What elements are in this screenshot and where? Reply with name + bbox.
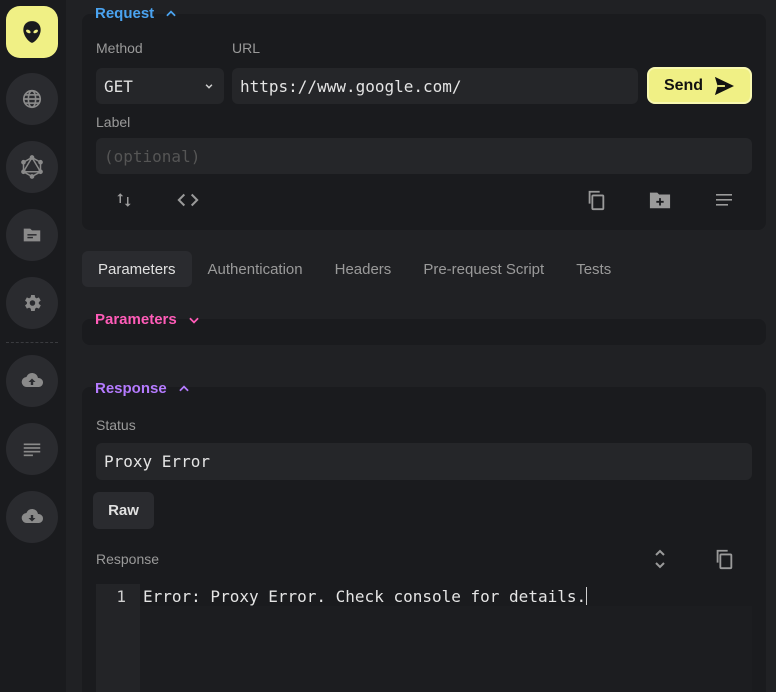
label-field-label: Label bbox=[96, 114, 131, 130]
response-body-text: Error: Proxy Error. Check console for de… bbox=[143, 587, 587, 606]
cloud-download-icon bbox=[21, 508, 44, 524]
url-input[interactable]: https://www.google.com/ bbox=[232, 68, 638, 104]
expand-response-button[interactable] bbox=[644, 543, 676, 575]
chevron-down-icon bbox=[205, 84, 213, 89]
copy-icon bbox=[588, 190, 605, 211]
url-value: https://www.google.com/ bbox=[240, 76, 462, 96]
status-value: Proxy Error bbox=[104, 452, 210, 471]
send-button[interactable]: Send bbox=[647, 67, 752, 104]
status-label: Status bbox=[96, 417, 136, 433]
label-input[interactable]: (optional) bbox=[96, 138, 752, 174]
unfold-icon bbox=[655, 549, 665, 569]
send-icon bbox=[714, 76, 735, 95]
folder-add-icon bbox=[649, 192, 671, 209]
save-to-collection-button[interactable] bbox=[644, 184, 676, 216]
line-number: 1 bbox=[116, 587, 126, 606]
cloud-upload-icon bbox=[21, 372, 44, 388]
sidebar-item-upload[interactable] bbox=[6, 355, 58, 407]
copy-response-button[interactable] bbox=[708, 543, 740, 575]
method-select[interactable]: GET bbox=[96, 68, 224, 104]
copy-icon bbox=[716, 549, 733, 570]
parameters-section-header[interactable]: Parameters bbox=[95, 311, 201, 328]
send-label: Send bbox=[663, 76, 704, 94]
code-line: Error: Proxy Error. Check console for de… bbox=[143, 587, 588, 606]
sidebar bbox=[0, 0, 66, 692]
sidebar-item-settings[interactable] bbox=[6, 277, 58, 329]
graphql-icon bbox=[21, 155, 43, 179]
request-section-header[interactable]: Request bbox=[95, 5, 178, 22]
chevron-down-icon bbox=[189, 317, 199, 324]
copy-link-button[interactable] bbox=[580, 184, 612, 216]
chevron-up-icon bbox=[166, 9, 176, 16]
tab-parameters[interactable]: Parameters bbox=[82, 251, 192, 287]
request-title: Request bbox=[95, 5, 155, 22]
folder-icon bbox=[23, 228, 41, 242]
parameters-title: Parameters bbox=[95, 311, 177, 328]
alien-logo-icon bbox=[23, 21, 41, 43]
label-placeholder: (optional) bbox=[104, 146, 201, 166]
method-value: GET bbox=[104, 76, 133, 96]
response-title: Response bbox=[95, 380, 167, 397]
tab-authentication[interactable]: Authentication bbox=[192, 251, 319, 287]
list-icon bbox=[23, 443, 41, 457]
sidebar-item-history[interactable] bbox=[6, 423, 58, 475]
line-gutter: 1 bbox=[96, 584, 140, 692]
swap-button[interactable] bbox=[108, 184, 140, 216]
response-body-label: Response bbox=[96, 551, 160, 567]
status-field: Proxy Error bbox=[96, 443, 752, 480]
globe-icon bbox=[22, 89, 42, 109]
app-logo-button[interactable] bbox=[6, 6, 58, 58]
method-label: Method bbox=[96, 40, 143, 56]
text-cursor bbox=[586, 587, 588, 605]
tab-pre-request-script[interactable]: Pre-request Script bbox=[407, 251, 560, 287]
gear-icon bbox=[25, 295, 41, 311]
sidebar-divider bbox=[6, 342, 58, 343]
sidebar-item-graphql[interactable] bbox=[6, 141, 58, 193]
chevron-up-icon bbox=[179, 384, 189, 391]
tab-tests[interactable]: Tests bbox=[560, 251, 627, 287]
sidebar-item-download[interactable] bbox=[6, 491, 58, 543]
tab-headers[interactable]: Headers bbox=[319, 251, 408, 287]
response-section-header[interactable]: Response bbox=[95, 380, 191, 397]
more-options-button[interactable] bbox=[708, 184, 740, 216]
text-lines-icon bbox=[716, 194, 732, 206]
response-editor[interactable]: 1 Error: Proxy Error. Check console for … bbox=[96, 584, 752, 692]
raw-button[interactable]: Raw bbox=[93, 492, 154, 529]
sidebar-item-rest[interactable] bbox=[6, 73, 58, 125]
code-icon bbox=[177, 193, 199, 207]
url-label: URL bbox=[232, 40, 261, 56]
code-button[interactable] bbox=[172, 184, 204, 216]
swap-vertical-icon bbox=[117, 193, 131, 207]
sidebar-item-documentation[interactable] bbox=[6, 209, 58, 261]
request-tabs: Parameters Authentication Headers Pre-re… bbox=[82, 251, 627, 287]
